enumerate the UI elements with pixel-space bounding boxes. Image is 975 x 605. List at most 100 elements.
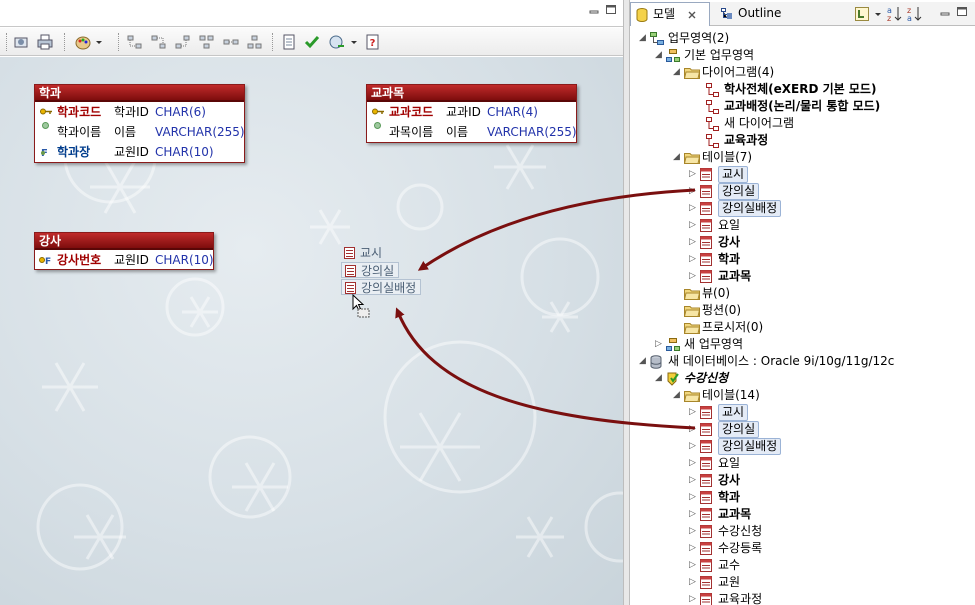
expand-arrow-icon[interactable]: ▷ — [689, 421, 698, 438]
tree-item[interactable]: ◢ 테이블(7) — [630, 149, 975, 166]
expand-arrow-icon[interactable]: ▷ — [689, 200, 698, 217]
expand-arrow-icon[interactable]: ▷ — [689, 540, 698, 557]
entity-course[interactable]: 교과목 교과코드 교과ID CHAR(4) 과목이름 이름 VARCHAR(25… — [366, 84, 577, 143]
tree-item[interactable]: ▷ 새 업무영역 — [630, 336, 975, 353]
tree-item[interactable]: 뷰(0) — [630, 285, 975, 302]
forward-engineer-icon[interactable] — [328, 33, 346, 51]
chevron-down-icon[interactable] — [873, 6, 883, 22]
tree-item[interactable]: ◢ 기본 업무영역 — [630, 47, 975, 64]
validate-icon[interactable] — [303, 33, 321, 51]
tab-outline[interactable]: Outline — [716, 2, 796, 26]
entity-attribute-row[interactable]: 교과코드 교과ID CHAR(4) — [367, 102, 576, 122]
collapse-arrow-icon[interactable]: ◢ — [639, 30, 648, 47]
expand-arrow-icon[interactable]: ▷ — [689, 472, 698, 489]
tree-item[interactable]: ▷ 요일 — [630, 455, 975, 472]
minimize-icon[interactable] — [939, 6, 951, 17]
tree-item[interactable]: ▷ 교원 — [630, 574, 975, 591]
tree-item[interactable]: ▷ 교육과정 — [630, 591, 975, 605]
tree-item[interactable]: ◢ 테이블(14) — [630, 387, 975, 404]
maximize-icon[interactable] — [956, 6, 968, 17]
expand-arrow-icon[interactable]: ▷ — [689, 506, 698, 523]
expand-arrow-icon[interactable]: ▷ — [689, 591, 698, 605]
expand-arrow-icon[interactable]: ▷ — [689, 557, 698, 574]
expand-arrow-icon[interactable]: ▷ — [689, 268, 698, 285]
expand-arrow-icon[interactable]: ▷ — [689, 455, 698, 472]
entity-attribute-row[interactable]: F 강사번호 교원ID CHAR(10) — [35, 250, 214, 270]
chevron-down-icon[interactable] — [349, 33, 359, 51]
collapse-arrow-icon[interactable]: ◢ — [673, 149, 682, 166]
align-top-icon[interactable] — [198, 33, 216, 51]
expand-arrow-icon[interactable]: ▷ — [689, 234, 698, 251]
tree-item[interactable]: ▷ 강의실배정 — [630, 438, 975, 455]
tree-item[interactable]: ▷ 학과 — [630, 251, 975, 268]
print-icon[interactable] — [36, 33, 54, 51]
tree-item[interactable]: ▷ 요일 — [630, 217, 975, 234]
tree-item[interactable]: ▷ 강사 — [630, 234, 975, 251]
align-middle-icon[interactable] — [222, 33, 240, 51]
expand-arrow-icon[interactable]: ▷ — [689, 166, 698, 183]
expand-arrow-icon[interactable]: ▷ — [689, 523, 698, 540]
entity-attribute-row[interactable]: 학과이름 이름 VARCHAR(255) — [35, 122, 245, 142]
expand-arrow-icon[interactable]: ▷ — [689, 183, 698, 200]
tree-item[interactable]: 새 다이어그램 — [630, 115, 975, 132]
page-setup-icon[interactable] — [12, 33, 30, 51]
tree-item-label: 교육과정 — [718, 592, 763, 605]
tree-item[interactable]: ▷ 강사 — [630, 472, 975, 489]
expand-arrow-icon[interactable]: ▷ — [689, 489, 698, 506]
tree-item[interactable]: ▷ 교시 — [630, 166, 975, 183]
link-with-editor-icon[interactable] — [854, 6, 870, 22]
tree-item[interactable]: 교육과정 — [630, 132, 975, 149]
help-icon[interactable]: ? — [364, 33, 382, 51]
entity-attribute-row[interactable]: 학과코드 학과ID CHAR(6) — [35, 102, 244, 122]
tree-item[interactable]: 펑션(0) — [630, 302, 975, 319]
collapse-arrow-icon[interactable]: ◢ — [655, 370, 664, 387]
tree-item[interactable]: ▷ 학과 — [630, 489, 975, 506]
tree-item[interactable]: 프로시저(0) — [630, 319, 975, 336]
align-bottom-icon[interactable] — [246, 33, 264, 51]
align-center-icon[interactable] — [150, 33, 168, 51]
tree-item[interactable]: 학사전체(eXERD 기본 모드) — [630, 81, 975, 98]
tree-item[interactable]: ▷ 교과목 — [630, 268, 975, 285]
maximize-icon[interactable] — [605, 4, 617, 15]
align-left-icon[interactable] — [126, 33, 144, 51]
tree-item[interactable]: ▷ 강의실 — [630, 421, 975, 438]
expand-arrow-icon[interactable]: ▷ — [655, 336, 664, 353]
entity-department[interactable]: 학과 학과코드 학과ID CHAR(6) 학과이름 이름 VARCHAR(255… — [34, 84, 245, 163]
tree-item[interactable]: 교과배정(논리/물리 통합 모드) — [630, 98, 975, 115]
expand-arrow-icon[interactable]: ▷ — [689, 404, 698, 421]
entity-attribute-row[interactable]: 과목이름 이름 VARCHAR(255) — [367, 122, 577, 142]
entity-instructor[interactable]: 강사 F 강사번호 교원ID CHAR(10) — [34, 232, 214, 270]
panel-splitter[interactable] — [623, 0, 630, 605]
tab-model[interactable]: 모델 — [630, 2, 710, 26]
drag-ghost-item: 교시 — [341, 245, 386, 261]
expand-arrow-icon[interactable]: ▷ — [689, 574, 698, 591]
tree-item[interactable]: ▷ 강의실배정 — [630, 200, 975, 217]
sort-ascending-icon[interactable]: az — [887, 5, 903, 23]
collapse-arrow-icon[interactable]: ◢ — [673, 387, 682, 404]
close-icon[interactable] — [687, 10, 697, 20]
align-right-icon[interactable] — [174, 33, 192, 51]
expand-arrow-icon[interactable]: ▷ — [689, 217, 698, 234]
tree-item[interactable]: ▷ 강의실 — [630, 183, 975, 200]
tree-item[interactable]: ▷ 교과목 — [630, 506, 975, 523]
document-icon[interactable] — [280, 33, 298, 51]
tree-item[interactable]: ▷ 교시 — [630, 404, 975, 421]
chevron-down-icon[interactable] — [94, 33, 104, 51]
tree-item[interactable]: ◢ 새 데이터베이스 : Oracle 9i/10g/11g/12c — [630, 353, 975, 370]
collapse-arrow-icon[interactable]: ◢ — [639, 353, 648, 370]
tree-item[interactable]: ▷ 수강등록 — [630, 540, 975, 557]
tree-item[interactable]: ◢ 다이어그램(4) — [630, 64, 975, 81]
sort-descending-icon[interactable]: za — [907, 5, 923, 23]
expand-arrow-icon[interactable]: ▷ — [689, 438, 698, 455]
tree-item[interactable]: ◢ 수강신청 — [630, 370, 975, 387]
palette-icon[interactable] — [74, 33, 92, 51]
entity-attribute-row[interactable]: F 학과장 교원ID CHAR(10) — [35, 142, 244, 162]
tree-item[interactable]: ◢ 업무영역(2) — [630, 30, 975, 47]
tree-item[interactable]: ▷ 교수 — [630, 557, 975, 574]
tree-item[interactable]: ▷ 수강신청 — [630, 523, 975, 540]
diagram-canvas[interactable]: 학과 학과코드 학과ID CHAR(6) 학과이름 이름 VARCHAR(255… — [0, 57, 623, 605]
collapse-arrow-icon[interactable]: ◢ — [655, 47, 664, 64]
minimize-icon[interactable] — [588, 4, 600, 15]
collapse-arrow-icon[interactable]: ◢ — [673, 64, 682, 81]
expand-arrow-icon[interactable]: ▷ — [689, 251, 698, 268]
